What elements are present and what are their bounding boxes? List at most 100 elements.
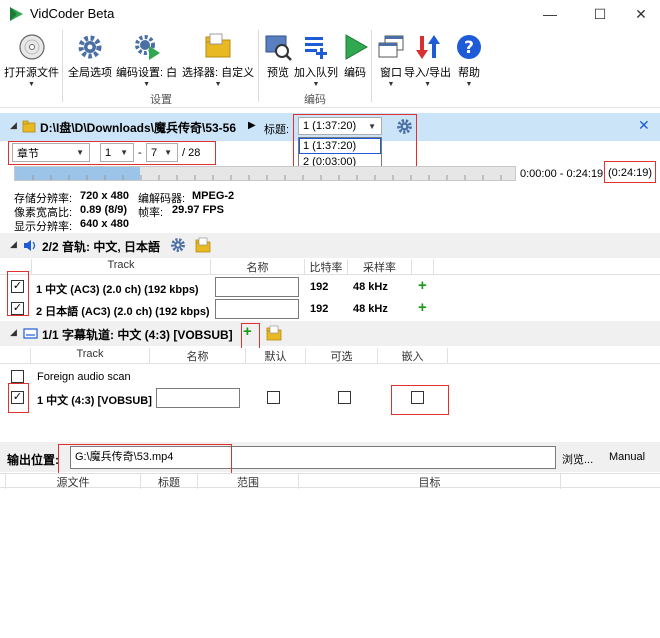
audio-samplerate: 48 kHz: [353, 281, 388, 293]
decoder-value: MPEG-2: [192, 190, 235, 202]
encode-button[interactable]: 编码: [340, 32, 370, 80]
encoding-settings-button[interactable]: 编码设置: 白 ▼: [116, 32, 177, 88]
collapse-triangle-icon[interactable]: ◢: [10, 239, 17, 250]
picker-button[interactable]: 选择器: 自定义 ▼: [182, 32, 254, 88]
subtitle-header-forced: 可选: [306, 348, 378, 363]
storage-res-value: 720 x 480: [80, 190, 129, 202]
audio-track-checkbox[interactable]: ✓: [11, 280, 24, 293]
subtitle-track-name: 1 中文 (4:3) [VOBSUB]: [37, 395, 152, 407]
vidcoder-logo-icon: [10, 7, 23, 21]
subtitle-header-name: 名称: [150, 348, 246, 363]
title-label: 标题:: [264, 124, 290, 136]
source-path: D:\I盘\D\Downloads\魔兵传奇\53-56: [40, 121, 237, 135]
preview-button[interactable]: 预览: [263, 32, 293, 80]
browse-button[interactable]: 浏览...: [562, 451, 593, 467]
timeline-bar[interactable]: [14, 166, 516, 181]
range-start-select[interactable]: 1 ▼: [100, 143, 134, 162]
audio-header-samplerate: 采样率: [348, 259, 412, 274]
subtitle-track-checkbox[interactable]: ✓: [11, 391, 24, 404]
collapse-triangle-icon[interactable]: ◢: [10, 327, 17, 338]
queue-header-title: 标题: [141, 474, 198, 489]
encoding-settings-dropdown-icon[interactable]: ▼: [143, 81, 150, 88]
subtitle-header-default: 默认: [246, 348, 306, 363]
maximize-button[interactable]: ☐: [578, 0, 622, 28]
chevron-down-icon: ▼: [164, 148, 172, 157]
encode-label: 编码: [344, 67, 366, 79]
close-icon: ✕: [635, 5, 647, 22]
audio-settings-gear-icon[interactable]: [170, 237, 186, 253]
help-button[interactable]: ? 帮助 ▼: [454, 32, 484, 88]
fps-value: 29.97 FPS: [172, 204, 224, 216]
add-queue-dropdown-icon[interactable]: ▼: [313, 81, 320, 88]
collapse-triangle-icon[interactable]: ◢: [10, 120, 17, 131]
audio-bitrate: 192: [310, 303, 329, 315]
window-button[interactable]: 窗口 ▼: [376, 32, 406, 88]
open-source-button[interactable]: 打开源文件 ▼: [4, 32, 59, 88]
play-icon: [345, 34, 369, 60]
audio-samplerate: 48 kHz: [353, 303, 388, 315]
foreign-scan-checkbox[interactable]: [11, 370, 24, 383]
chevron-down-icon: ▼: [120, 148, 128, 157]
open-source-label: 打开源文件: [4, 67, 59, 79]
audio-header-bitrate: 比特率: [305, 259, 348, 274]
subtitle-header-check-col: [0, 348, 31, 363]
window-label: 窗口: [380, 67, 402, 79]
window-dropdown-icon[interactable]: ▼: [388, 81, 395, 88]
subtitle-folder-icon[interactable]: [266, 325, 282, 341]
import-export-arrows-icon: [415, 35, 440, 59]
add-audio-icon[interactable]: +: [418, 299, 427, 316]
audio-row: ✓ 1 中文 (AC3) (2.0 ch) (192 kbps) 192 48 …: [0, 276, 660, 298]
audio-header-text: 2/2 音轨: 中文, 日本語: [42, 240, 161, 254]
svg-text:?: ?: [464, 38, 474, 58]
global-options-button[interactable]: 全局选项: [68, 32, 112, 80]
minimize-button[interactable]: —: [528, 0, 572, 28]
open-source-dropdown-icon[interactable]: ▼: [28, 81, 35, 88]
range-end-value: 7: [151, 146, 158, 159]
audio-name-input[interactable]: [215, 299, 299, 319]
range-end-select[interactable]: 7 ▼: [146, 143, 178, 162]
add-audio-icon[interactable]: +: [418, 277, 427, 294]
subtitle-grid-header: Track 名称 默认 可选 嵌入: [0, 348, 660, 364]
close-source-icon[interactable]: ✕: [638, 117, 650, 134]
encode-group-label: 编码: [304, 94, 326, 106]
title-option-1[interactable]: 1 (1:37:20): [299, 138, 381, 154]
duration: (0:24:19): [608, 167, 653, 179]
disc-icon: [18, 34, 45, 60]
play-source-icon[interactable]: ▶: [248, 120, 256, 131]
close-button[interactable]: ✕: [622, 0, 660, 28]
toolbar: 打开源文件 ▼ 全局选项 编码设置: 白 ▼ 选择器: 自定义 ▼ 设置 预览 …: [0, 28, 660, 108]
import-export-dropdown-icon[interactable]: ▼: [424, 81, 431, 88]
subtitle-header-text: 1/1 字幕轨道: 中文 (4:3) [VOBSUB]: [42, 328, 233, 342]
range-total: / 28: [182, 147, 201, 159]
help-dropdown-icon[interactable]: ▼: [466, 81, 473, 88]
subtitle-default-checkbox[interactable]: [267, 391, 280, 404]
audio-name-input[interactable]: [215, 277, 299, 297]
foreign-scan-row: Foreign audio scan: [0, 366, 660, 386]
queue-header-source: 源文件: [6, 474, 141, 489]
app-title: VidCoder Beta: [30, 6, 115, 21]
output-label: 输出位置:: [7, 453, 59, 467]
manual-button[interactable]: Manual: [609, 451, 645, 463]
subtitle-row: ✓ 1 中文 (4:3) [VOBSUB]: [0, 387, 660, 409]
subtitle-forced-checkbox[interactable]: [338, 391, 351, 404]
title-bar: VidCoder Beta — ☐ ✕: [0, 0, 660, 28]
add-queue-button[interactable]: 加入队列 ▼: [294, 32, 338, 88]
range-mode-select[interactable]: 章节 ▼: [12, 143, 90, 162]
queue-header-range: 范围: [198, 474, 299, 489]
range-start-value: 1: [105, 146, 112, 159]
audio-folder-icon[interactable]: [195, 237, 211, 253]
encoding-settings-label: 编码设置: 白: [116, 67, 178, 79]
add-to-queue-icon: [305, 37, 327, 59]
audio-track-checkbox[interactable]: ✓: [11, 302, 24, 315]
import-export-button[interactable]: 导入/导出 ▼: [404, 32, 451, 88]
audio-header-name: 名称: [211, 259, 305, 274]
subtitle-name-input[interactable]: [156, 388, 240, 408]
audio-grid-header: Track 名称 比特率 采样率: [0, 259, 660, 275]
picker-dropdown-icon[interactable]: ▼: [215, 81, 222, 88]
help-label: 帮助: [458, 67, 480, 79]
subtitle-header-burn: 嵌入: [378, 348, 448, 363]
source-folder-icon: [22, 120, 36, 133]
add-queue-label: 加入队列: [294, 67, 338, 79]
audio-track-name: 2 日本語 (AC3) (2.0 ch) (192 kbps): [36, 306, 210, 318]
minimize-icon: —: [543, 6, 557, 22]
